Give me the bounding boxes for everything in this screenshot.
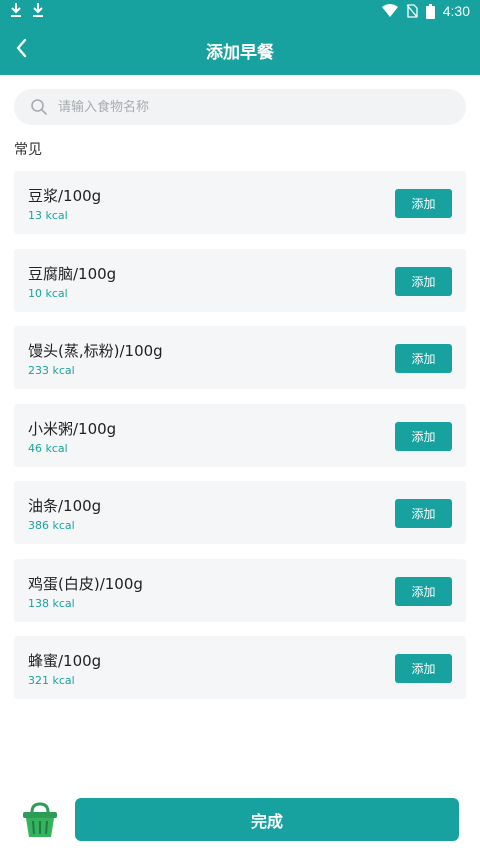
food-kcal: 46 kcal xyxy=(28,441,68,455)
food-kcal: 10 kcal xyxy=(28,286,68,300)
food-item: 蜂蜜/100g 321 kcal 添加 xyxy=(14,636,466,699)
app-header: 4:30 添加早餐 xyxy=(0,0,480,75)
food-item: 油条/100g 386 kcal 添加 xyxy=(14,481,466,544)
add-button[interactable]: 添加 xyxy=(395,499,452,528)
food-item: 鸡蛋(白皮)/100g 138 kcal 添加 xyxy=(14,558,466,622)
search-bar[interactable] xyxy=(14,89,466,125)
search-input[interactable] xyxy=(56,98,420,116)
status-time: 4:30 xyxy=(442,3,470,19)
food-kcal: 233 kcal xyxy=(28,364,75,377)
food-item: 馒头(蒸,标粉)/100g 233 kcal 添加 xyxy=(14,326,466,389)
add-button[interactable]: 添加 xyxy=(395,421,452,451)
food-kcal: 138 kcal xyxy=(28,596,75,610)
basket-icon[interactable] xyxy=(20,800,60,840)
nav-bar: 添加早餐 xyxy=(0,24,480,75)
add-button[interactable]: 添加 xyxy=(395,576,452,606)
food-kcal: 321 kcal xyxy=(28,674,75,687)
food-name: 油条/100g xyxy=(28,497,102,515)
add-button[interactable]: 添加 xyxy=(395,654,452,683)
add-button[interactable]: 添加 xyxy=(395,344,452,373)
section-title-common: 常见 xyxy=(14,142,42,158)
download-icon xyxy=(11,3,21,17)
food-name: 鸡蛋(白皮)/100g xyxy=(28,574,143,593)
status-bar: 4:30 xyxy=(0,0,480,24)
food-name: 小米粥/100g xyxy=(28,419,117,438)
food-kcal: 386 kcal xyxy=(28,519,75,532)
food-list: 豆浆/100g 13 kcal 添加 豆腐脑/100g 10 kcal 添加 馒… xyxy=(14,171,466,714)
add-button[interactable]: 添加 xyxy=(395,189,452,218)
done-button[interactable]: 完成 xyxy=(75,798,459,841)
food-name: 蜂蜜/100g xyxy=(28,652,102,670)
food-kcal: 13 kcal xyxy=(28,209,68,222)
food-name: 馒头(蒸,标粉)/100g xyxy=(28,342,163,360)
search-icon xyxy=(31,99,47,115)
no-sim-icon xyxy=(406,4,418,18)
food-name: 豆浆/100g xyxy=(28,187,102,205)
food-name: 豆腐脑/100g xyxy=(28,264,117,283)
add-button[interactable]: 添加 xyxy=(395,266,452,296)
food-item: 豆浆/100g 13 kcal 添加 xyxy=(14,171,466,234)
battery-icon xyxy=(425,3,435,19)
download-icon xyxy=(33,3,43,17)
wifi-icon xyxy=(381,4,398,17)
food-item: 小米粥/100g 46 kcal 添加 xyxy=(14,403,466,467)
food-item: 豆腐脑/100g 10 kcal 添加 xyxy=(14,248,466,312)
page-title: 添加早餐 xyxy=(206,43,274,63)
